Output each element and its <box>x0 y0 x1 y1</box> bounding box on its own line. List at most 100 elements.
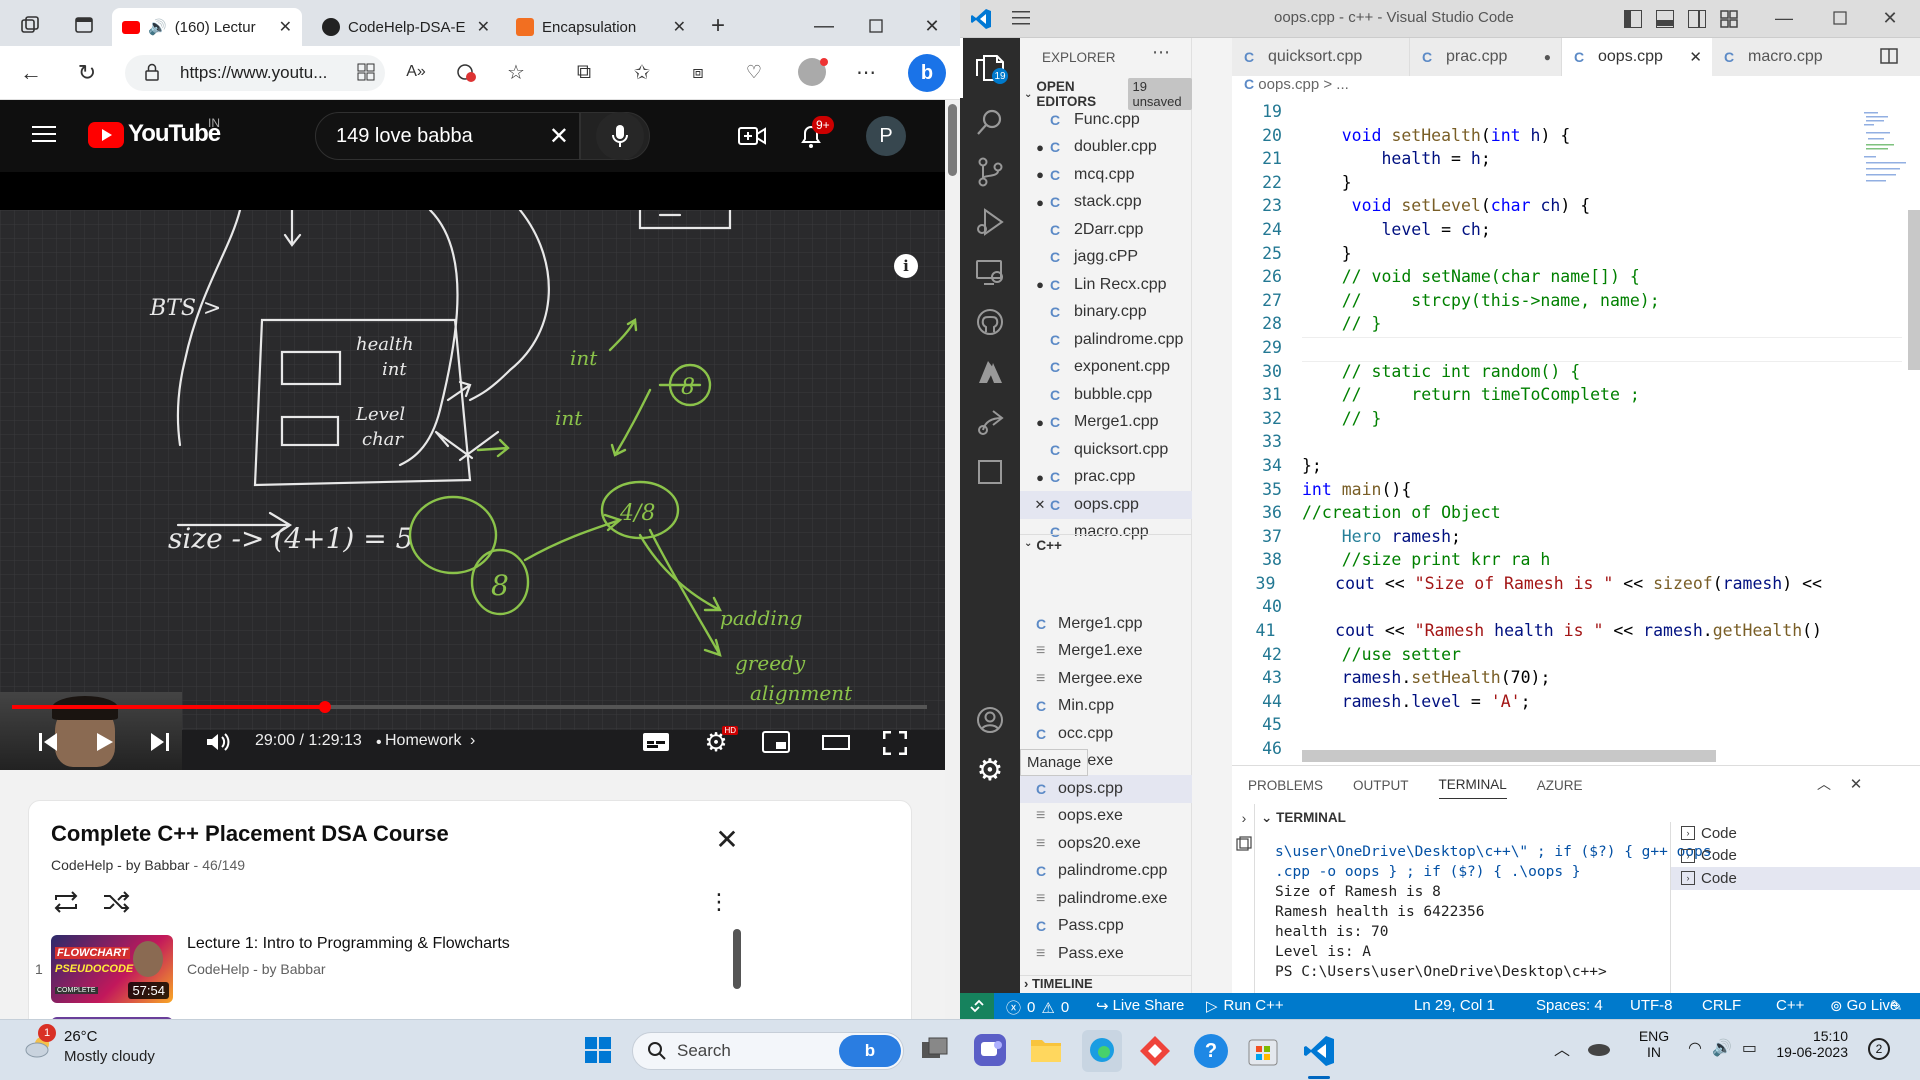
previous-video-icon[interactable] <box>36 730 60 754</box>
tracking-prevention-icon[interactable] <box>454 60 478 84</box>
open-editor-item[interactable]: ● Cstack.cpp <box>1020 189 1192 217</box>
editor-vertical-scrollbar-thumb[interactable] <box>1908 210 1920 370</box>
close-editor-icon[interactable]: ✕ <box>1030 497 1050 513</box>
manage-gear-icon[interactable]: ⚙ <box>972 752 1008 788</box>
open-editor-item[interactable]: C Func.cpp <box>1020 106 1192 134</box>
eol-status[interactable]: CRLF <box>1702 997 1741 1014</box>
back-icon[interactable]: ← <box>18 60 44 86</box>
panel-tab-azure[interactable]: AZURE <box>1537 778 1583 793</box>
favorites-icon[interactable]: ✩ <box>630 60 654 84</box>
editor-tab-oops[interactable]: Coops.cpp ✕ <box>1562 38 1712 76</box>
read-aloud-icon[interactable]: A» <box>404 60 428 84</box>
shuffle-playlist-icon[interactable] <box>101 887 131 917</box>
tab-github[interactable]: CodeHelp-DSA-E ✕ <box>312 8 500 46</box>
microsoft-store-icon[interactable] <box>1246 1034 1280 1068</box>
cursor-position[interactable]: Ln 29, Col 1 <box>1414 997 1495 1014</box>
run-cpp-status[interactable]: ▷ Run C++ <box>1206 997 1284 1015</box>
breadcrumb-text[interactable]: oops.cpp > ... <box>1258 76 1348 93</box>
taskbar-search[interactable]: Search b <box>632 1032 904 1070</box>
create-video-icon[interactable] <box>738 122 766 150</box>
terminal-instance[interactable]: › Code <box>1671 845 1920 868</box>
open-editor-item[interactable]: Cjagg.cPP <box>1020 244 1192 272</box>
new-terminal-icon[interactable] <box>1236 836 1252 852</box>
task-view-icon[interactable] <box>920 1036 950 1064</box>
vscode-maximize-icon[interactable] <box>1830 8 1850 28</box>
file-explorer-icon[interactable] <box>1030 1036 1062 1064</box>
unsaved-dot-icon[interactable]: ● <box>1030 415 1050 430</box>
clear-search-icon[interactable]: ✕ <box>549 122 569 151</box>
open-editor-item[interactable]: ● C Lin Recx.cpp <box>1020 271 1192 299</box>
editor-tab-prac[interactable]: Cprac.cpp ● <box>1410 38 1562 76</box>
azure-icon[interactable] <box>972 354 1008 390</box>
subtitles-icon[interactable] <box>642 730 670 754</box>
live-share-icon[interactable] <box>972 404 1008 440</box>
accounts-icon[interactable] <box>972 702 1008 738</box>
search-icon[interactable] <box>972 104 1008 140</box>
editor-tab-quicksort[interactable]: Cquicksort.cpp <box>1232 38 1410 76</box>
open-editor-item[interactable]: ● Cdoubler.cpp <box>1020 134 1192 162</box>
youtube-logo-text[interactable]: YouTube <box>128 120 221 148</box>
terminal-expand-icon[interactable]: › <box>1236 810 1252 826</box>
split-editor-icon[interactable] <box>1880 47 1898 65</box>
tab-actions-icon[interactable] <box>72 13 96 37</box>
toggle-sidebar-icon[interactable] <box>1624 10 1642 28</box>
info-icon[interactable]: i <box>894 254 918 278</box>
close-tab-icon[interactable]: ✕ <box>1689 48 1702 66</box>
favorite-star-icon[interactable]: ☆ <box>504 60 528 84</box>
anydesk-icon[interactable] <box>1138 1034 1172 1068</box>
panel-tab-terminal[interactable]: TERMINAL <box>1438 777 1507 799</box>
maximize-icon[interactable] <box>864 14 888 38</box>
unsaved-dot-icon[interactable]: ● <box>1544 50 1551 64</box>
clock[interactable]: 15:10 19-06-2023 <box>1768 1028 1848 1060</box>
remote-indicator-icon[interactable] <box>960 993 994 1019</box>
encoding-status[interactable]: UTF-8 <box>1630 997 1673 1014</box>
system-tray-status[interactable]: ◠ 🔊 ▭ <box>1688 1038 1757 1058</box>
chapter-chevron-icon[interactable]: › <box>470 732 475 750</box>
playlist-title[interactable]: Complete C++ Placement DSA Course <box>51 821 449 847</box>
tab-youtube[interactable]: 🔊 (160) Lectur ✕ <box>112 8 302 46</box>
extensions-icon[interactable]: ⧉ <box>572 60 596 84</box>
playlist-more-icon[interactable]: ⋮ <box>707 887 731 917</box>
notification-center-badge[interactable]: 2 <box>1868 1038 1890 1060</box>
weather-desc[interactable]: Mostly cloudy <box>64 1048 155 1065</box>
collections-icon[interactable]: ⧈ <box>686 60 710 84</box>
speaker-icon[interactable]: 🔊 <box>148 18 167 36</box>
maximize-panel-icon[interactable]: ︿ <box>1814 774 1834 794</box>
terminal-instance[interactable]: › Code <box>1671 822 1920 845</box>
close-tab-icon[interactable]: ✕ <box>279 17 292 37</box>
loop-playlist-icon[interactable] <box>51 887 81 917</box>
volume-icon[interactable] <box>205 730 231 754</box>
close-panel-icon[interactable]: ✕ <box>1846 774 1866 794</box>
panel-tab-problems[interactable]: PROBLEMS <box>1248 778 1323 793</box>
app-available-icon[interactable] <box>354 60 378 84</box>
toggle-panel-icon[interactable] <box>1656 10 1674 28</box>
unsaved-dot-icon[interactable]: ● <box>1030 140 1050 155</box>
live-share-status[interactable]: ↪ Live Share <box>1096 997 1184 1015</box>
next-video-icon[interactable] <box>148 730 172 754</box>
close-window-icon[interactable]: ✕ <box>920 14 944 38</box>
url-field[interactable]: https://www.youtu... <box>125 55 385 91</box>
language-mode[interactable]: C++ <box>1776 997 1804 1014</box>
folder-file-item[interactable]: ≡ oops.exe <box>1020 803 1192 831</box>
unsaved-dot-icon[interactable]: ● <box>1030 277 1050 292</box>
folder-file-item[interactable]: Cpalindrome.cpp <box>1020 858 1192 886</box>
open-editor-item[interactable]: ● C Merge1.cpp <box>1020 409 1192 437</box>
open-editor-item[interactable]: Cbubble.cpp <box>1020 381 1192 409</box>
unsaved-dot-icon[interactable]: ● <box>1030 470 1050 485</box>
get-help-icon[interactable]: ? <box>1194 1034 1228 1068</box>
panel-tab-output[interactable]: OUTPUT <box>1353 778 1409 793</box>
close-playlist-icon[interactable]: ✕ <box>713 824 741 855</box>
playlist-channel[interactable]: CodeHelp - by Babbar <box>51 857 190 873</box>
hamburger-menu-icon[interactable] <box>32 124 56 144</box>
folder-file-item[interactable]: C Merge1.cpp <box>1020 610 1192 638</box>
fullscreen-icon[interactable] <box>882 730 908 756</box>
folder-header[interactable]: ⌄ C++ <box>1024 538 1062 553</box>
folder-file-item[interactable]: ≡ palindrome.exe <box>1020 885 1192 913</box>
settings-gear-icon[interactable]: ⚙ HD <box>702 726 738 757</box>
open-editor-item[interactable]: ● Cprac.cpp <box>1020 464 1192 492</box>
play-icon[interactable] <box>92 730 116 754</box>
bing-search-icon[interactable]: b <box>839 1035 901 1067</box>
tab-encapsulation[interactable]: Encapsulation ✕ <box>506 8 696 46</box>
edge-taskbar-active[interactable] <box>1082 1030 1122 1072</box>
remote-explorer-icon[interactable] <box>972 254 1008 290</box>
